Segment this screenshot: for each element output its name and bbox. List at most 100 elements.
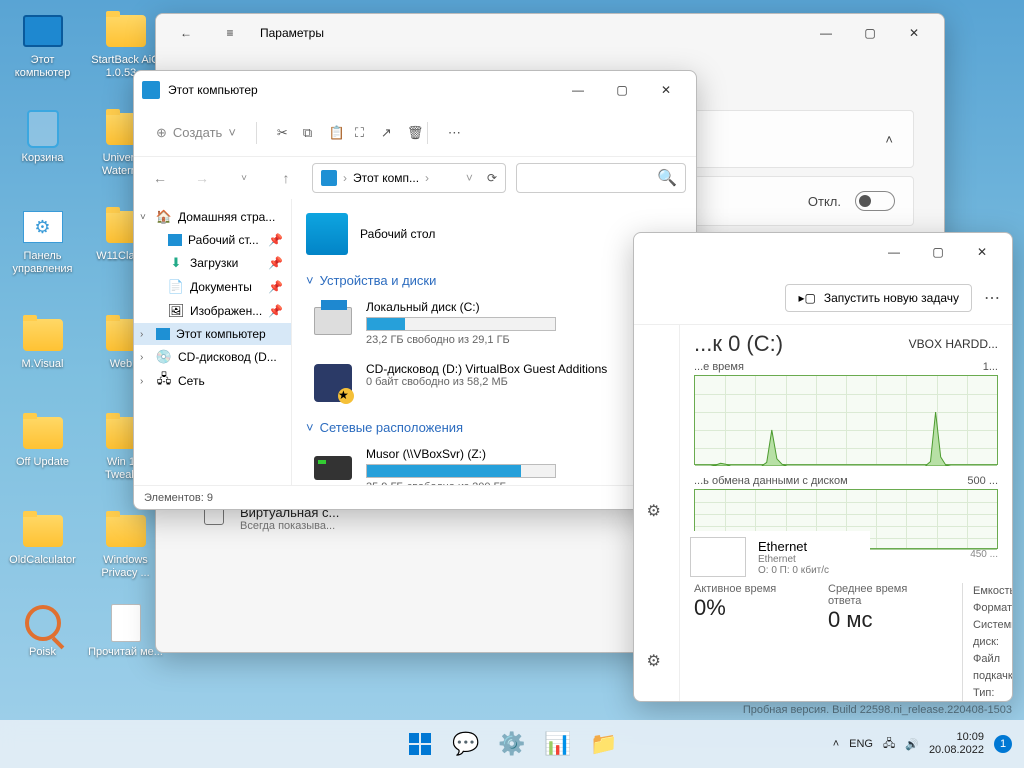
refresh-button[interactable]: ⟳ bbox=[487, 171, 497, 185]
taskmgr-titlebar[interactable]: ― ▢ ✕ bbox=[634, 233, 1012, 271]
settings-title: Параметры bbox=[252, 26, 804, 40]
ethernet-thumb-icon bbox=[690, 537, 746, 577]
menu-button[interactable]: ≡ bbox=[208, 18, 252, 48]
nav-documents[interactable]: 📄Документы📌 bbox=[134, 275, 291, 299]
new-button[interactable]: ⊕Создать˅ bbox=[146, 119, 246, 147]
paste-button[interactable]: 📋 bbox=[319, 119, 339, 147]
nav-back-button[interactable]: ← bbox=[144, 170, 176, 186]
toggle-switch[interactable] bbox=[855, 191, 895, 211]
close-button[interactable]: ✕ bbox=[892, 18, 936, 48]
desktop-icon-этоткомпьюте[interactable]: Этот компьютер bbox=[5, 10, 80, 80]
document-icon: 📄 bbox=[168, 279, 184, 295]
desktop-icon-offupdate[interactable]: Off Update bbox=[5, 412, 80, 469]
taskbar-chat[interactable]: 💬 bbox=[446, 724, 486, 764]
run-new-task-button[interactable]: ▸▢Запустить новую задачу bbox=[785, 284, 972, 312]
address-field[interactable]: › Этот комп... › ˅ ⟳ bbox=[312, 163, 506, 193]
chevron-right-icon: › bbox=[343, 171, 347, 185]
nav-pictures[interactable]: 🖼Изображен...📌 bbox=[134, 299, 291, 323]
minimize-button[interactable]: ― bbox=[556, 75, 600, 105]
minimize-button[interactable]: ― bbox=[804, 18, 848, 48]
explorer-address-bar: ← → ˅ ↑ › Этот комп... › ˅ ⟳ 🔍 bbox=[134, 157, 696, 199]
explorer-nav-pane: ˅🏠Домашняя стра... Рабочий ст...📌 ⬇Загру… bbox=[134, 199, 292, 485]
drive-d[interactable]: ★ CD-дисковод (D:) VirtualBox Guest Addi… bbox=[306, 356, 682, 414]
nav-cdrom[interactable]: ›💿CD-дисковод (D... bbox=[134, 345, 291, 369]
plus-circle-icon: ⊕ bbox=[156, 125, 167, 141]
drive-icon bbox=[312, 300, 354, 342]
breadcrumb[interactable]: Этот комп... bbox=[353, 171, 419, 185]
chevron-down-icon: ˅ bbox=[306, 420, 314, 435]
taskbar-settings[interactable]: ⚙️ bbox=[492, 724, 532, 764]
more-button[interactable]: ⋯ bbox=[438, 119, 458, 147]
rename-button[interactable]: ⛶ bbox=[345, 119, 365, 147]
nav-this-pc[interactable]: ›Этот компьютер bbox=[134, 323, 291, 345]
back-button[interactable]: ← bbox=[164, 18, 208, 48]
explorer-toolbar: ⊕Создать˅ ✂ ⧉ 📋 ⛶ ↗ 🗑 ⋯ bbox=[134, 109, 696, 157]
desktop-icon-панельуправл[interactable]: ⚙Панель управления bbox=[5, 206, 80, 276]
nav-home[interactable]: ˅🏠Домашняя стра... bbox=[134, 205, 291, 229]
chevron-right-icon: › bbox=[140, 352, 143, 363]
search-input[interactable]: 🔍 bbox=[516, 163, 686, 193]
desktop-icon-корзина[interactable]: Корзина bbox=[5, 108, 80, 165]
maximize-button[interactable]: ▢ bbox=[916, 237, 960, 267]
nav-desktop[interactable]: Рабочий ст...📌 bbox=[134, 229, 291, 251]
taskbar-taskmgr[interactable]: 📊 bbox=[538, 724, 578, 764]
download-icon: ⬇ bbox=[168, 255, 184, 271]
section-network-locations[interactable]: ˅Сетевые расположения bbox=[306, 414, 682, 441]
close-button[interactable]: ✕ bbox=[644, 75, 688, 105]
taskbar: 💬 ⚙️ 📊 📁 ˄ ENG 🖧 🔊 10:09 20.08.2022 1 bbox=[0, 720, 1024, 768]
maximize-button[interactable]: ▢ bbox=[848, 18, 892, 48]
share-button[interactable]: ↗ bbox=[371, 119, 391, 147]
nav-downloads[interactable]: ⬇Загрузки📌 bbox=[134, 251, 291, 275]
desktop-icon-oldcalculato[interactable]: OldCalculator bbox=[5, 510, 80, 567]
desktop-icon-poisk[interactable]: Poisk bbox=[5, 602, 80, 659]
tray-language[interactable]: ENG bbox=[849, 738, 873, 750]
taskbar-clock[interactable]: 10:09 20.08.2022 bbox=[929, 731, 984, 757]
drive-c[interactable]: Локальный диск (C:) 23,2 ГБ свободно из … bbox=[306, 294, 682, 356]
settings-titlebar[interactable]: ← ≡ Параметры ― ▢ ✕ bbox=[156, 14, 944, 52]
nav-recent-dropdown[interactable]: ˅ bbox=[228, 173, 260, 184]
disk-active-time-chart bbox=[694, 375, 998, 465]
chevron-right-icon: › bbox=[425, 171, 429, 185]
pin-icon: 📌 bbox=[268, 233, 283, 247]
toggle-label: Откл. bbox=[808, 194, 841, 209]
more-button[interactable]: ⋯ bbox=[984, 288, 1000, 308]
network-icon[interactable]: 🖧 bbox=[883, 735, 895, 754]
taskbar-explorer[interactable]: 📁 bbox=[584, 724, 624, 764]
icon bbox=[105, 10, 147, 52]
ethernet-card[interactable]: Ethernet Ethernet О: 0 П: 0 кбит/с bbox=[690, 531, 870, 583]
run-icon: ▸▢ bbox=[798, 291, 815, 305]
folder-desktop[interactable]: Рабочий стол bbox=[306, 209, 682, 267]
copy-button[interactable]: ⧉ bbox=[293, 119, 313, 147]
explorer-title: Этот компьютер bbox=[160, 83, 556, 97]
drive-usage-bar bbox=[366, 317, 556, 331]
tray-chevron[interactable]: ˄ bbox=[833, 738, 839, 750]
delete-button[interactable]: 🗑 bbox=[397, 119, 417, 147]
minimize-button[interactable]: ― bbox=[872, 237, 916, 267]
icon bbox=[22, 10, 64, 52]
volume-icon[interactable]: 🔊 bbox=[905, 738, 919, 751]
cut-button[interactable]: ✂ bbox=[267, 119, 287, 147]
taskbar-apps: 💬 ⚙️ 📊 📁 bbox=[400, 724, 624, 764]
desktop-icon-windowspriva[interactable]: Windows Privacy ... bbox=[88, 510, 163, 580]
settings-icon[interactable]: ⚙ bbox=[647, 651, 667, 671]
pc-icon bbox=[321, 170, 337, 186]
explorer-titlebar[interactable]: Этот компьютер ― ▢ ✕ bbox=[134, 71, 696, 109]
desktop-icon-mvisual[interactable]: M.Visual bbox=[5, 314, 80, 371]
explorer-window: Этот компьютер ― ▢ ✕ ⊕Создать˅ ✂ ⧉ 📋 ⛶ ↗… bbox=[133, 70, 697, 510]
chevron-down-icon[interactable]: ˅ bbox=[466, 171, 473, 185]
nav-network[interactable]: ›🖧Сеть bbox=[134, 369, 291, 393]
maximize-button[interactable]: ▢ bbox=[600, 75, 644, 105]
desktop-icon-прочитайме[interactable]: Прочитай ме... bbox=[88, 602, 163, 659]
home-icon: 🏠 bbox=[156, 209, 172, 225]
close-button[interactable]: ✕ bbox=[960, 237, 1004, 267]
notification-badge[interactable]: 1 bbox=[994, 735, 1012, 753]
nav-forward-button[interactable]: → bbox=[186, 170, 218, 186]
section-devices[interactable]: ˅Устройства и диски bbox=[306, 267, 682, 294]
settings-icon[interactable]: ⚙ bbox=[647, 501, 667, 521]
nav-up-button[interactable]: ↑ bbox=[270, 170, 302, 186]
drive-z[interactable]: Musor (\\VBoxSvr) (Z:) 35,9 ГБ свободно … bbox=[306, 441, 682, 485]
vbox-disc-icon: ★ bbox=[312, 362, 354, 404]
icon: ⚙ bbox=[22, 206, 64, 248]
start-button[interactable] bbox=[400, 724, 440, 764]
explorer-status-bar: Элементов: 9 bbox=[134, 485, 696, 509]
